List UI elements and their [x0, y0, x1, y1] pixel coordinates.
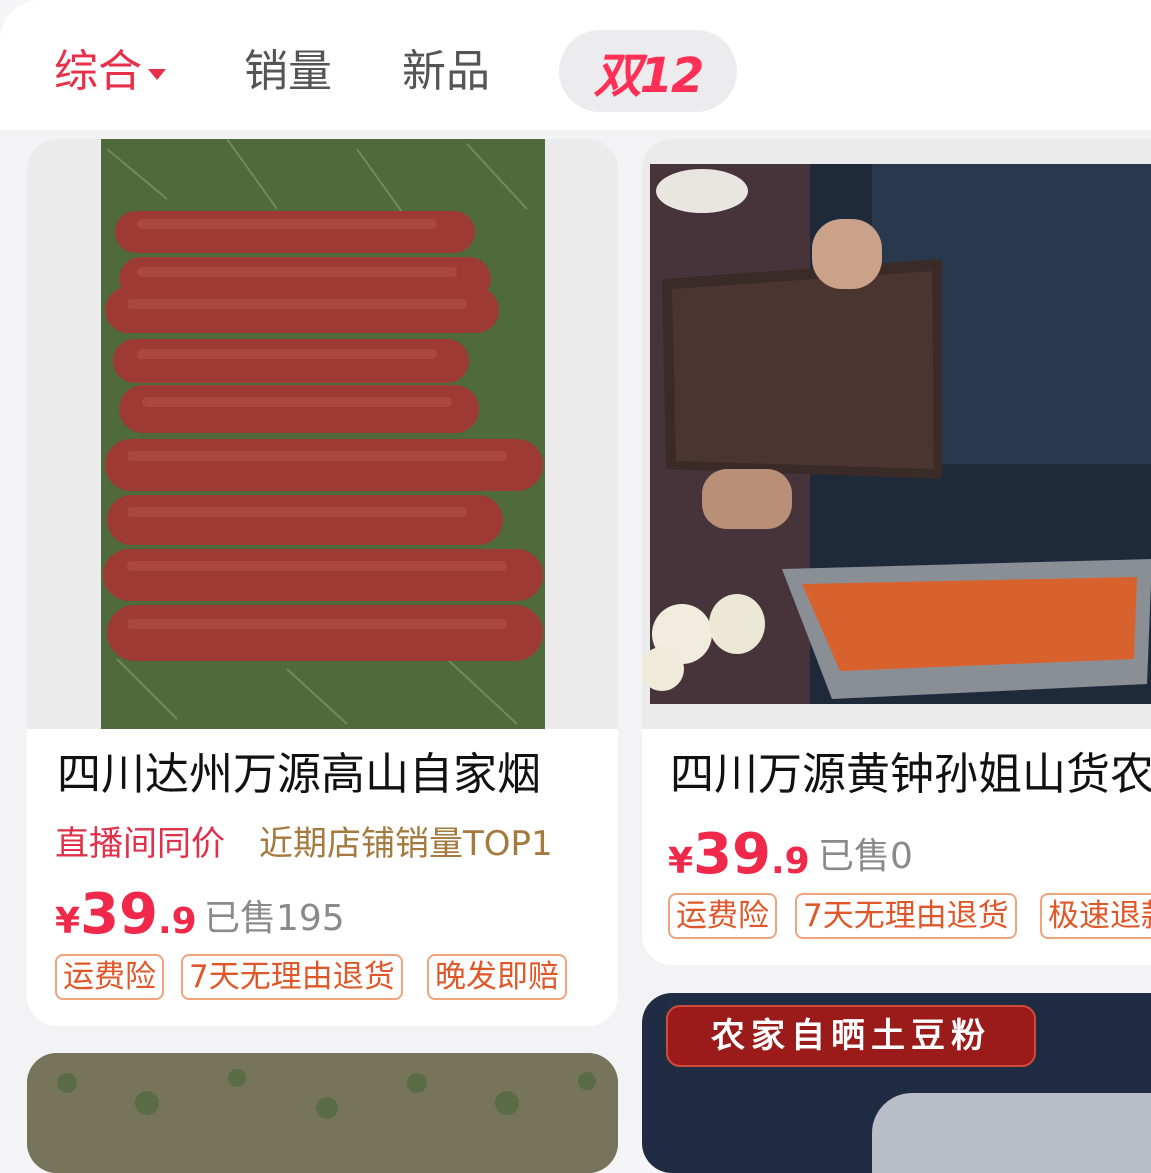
caret-down-icon — [148, 68, 166, 80]
currency-symbol: ¥ — [668, 841, 694, 882]
image-caption-banner: 农家自晒土豆粉 — [666, 1005, 1036, 1067]
product-card[interactable]: 农家自晒土豆粉 — [642, 993, 1151, 1173]
badge-7day-return: 7天无理由退货 — [795, 893, 1017, 939]
smoked-meat-photo — [642, 164, 1151, 704]
product-card[interactable] — [27, 1053, 618, 1173]
product-card[interactable]: 四川万源黄钟孙姐山货农 ¥39.9 已售0 运费险 7天无理由退货 极速退款 — [642, 139, 1151, 965]
badge-shipping-insurance: 运费险 — [55, 954, 164, 1000]
product-list-panel: 综合 销量 新品 双12 四川达州万源高山自家烟 直播间同价 近期店铺销量TOP… — [0, 0, 1151, 1173]
shop-rank-tag: 近期店铺销量TOP1 — [259, 824, 553, 864]
tab-promo-double12[interactable]: 双12 — [559, 30, 737, 112]
sold-count: 已售0 — [818, 836, 913, 877]
sold-count: 已售195 — [204, 898, 345, 939]
live-price-tag: 直播间同价 — [55, 824, 225, 864]
badge-7day-return: 7天无理由退货 — [181, 954, 403, 1000]
product-title[interactable]: 四川万源黄钟孙姐山货农 — [670, 747, 1151, 803]
product-image[interactable]: 农家自晒土豆粉 — [642, 993, 1151, 1173]
badge-fast-refund: 极速退款 — [1040, 893, 1151, 939]
promo-label: 双12 — [593, 48, 705, 104]
tab-new[interactable]: 新品 — [402, 44, 490, 100]
badge-shipping-insurance: 运费险 — [668, 893, 777, 939]
price-integer: 39 — [80, 882, 158, 947]
tab-comprehensive-label: 综合 — [54, 46, 142, 97]
product-image[interactable] — [642, 139, 1151, 729]
product-price: ¥39.9 — [668, 825, 810, 898]
image-caption-text: 农家自晒土豆粉 — [711, 1016, 991, 1056]
price-decimal: .9 — [158, 901, 197, 942]
price-decimal: .9 — [771, 841, 810, 882]
product-price: ¥39.9 — [55, 885, 197, 958]
product-card[interactable]: 四川达州万源高山自家烟 直播间同价 近期店铺销量TOP1 ¥39.9 已售195… — [27, 139, 618, 1026]
product-image[interactable] — [27, 1053, 618, 1173]
badge-late-compensation: 晚发即赔 — [427, 954, 567, 1000]
sausage-photo — [101, 139, 545, 729]
dried-vegetable-photo — [27, 1053, 618, 1173]
price-integer: 39 — [693, 822, 771, 887]
tab-comprehensive[interactable]: 综合 — [54, 44, 166, 100]
product-image[interactable] — [27, 139, 618, 729]
tab-sales[interactable]: 销量 — [244, 44, 332, 100]
currency-symbol: ¥ — [55, 901, 81, 942]
product-title[interactable]: 四川达州万源高山自家烟 — [57, 747, 541, 803]
sort-tab-bar: 综合 销量 新品 双12 — [0, 0, 1151, 130]
potato-flour-bowl — [872, 1093, 1151, 1173]
